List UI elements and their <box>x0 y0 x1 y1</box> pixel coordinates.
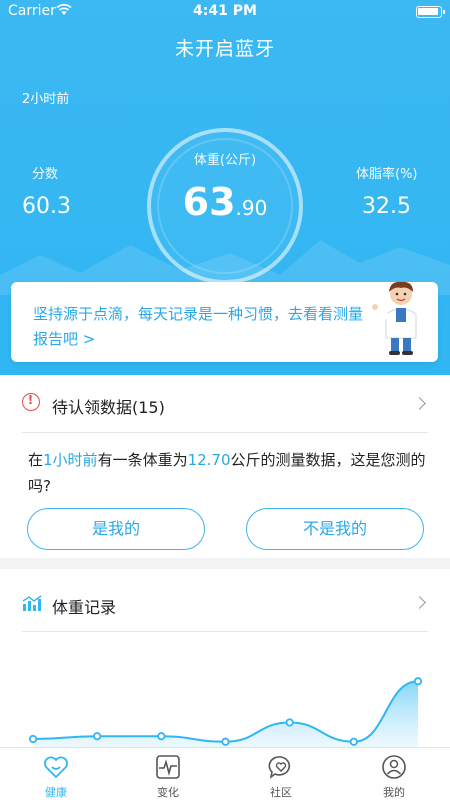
chart-point-5[interactable] <box>349 737 358 746</box>
chart-point-3[interactable] <box>221 737 230 746</box>
tab-mine-label: 我的 <box>383 786 405 799</box>
tab-health[interactable]: 健康 <box>0 748 112 800</box>
chart-point-1[interactable] <box>93 732 102 741</box>
chevron-right-icon[interactable] <box>413 397 426 410</box>
user-icon <box>382 755 406 779</box>
notice-text[interactable]: 坚持源于点滴，每天记录是一种习惯，去看看测量报告吧 > <box>33 302 373 352</box>
fat-rate-label: 体脂率(%) <box>356 167 418 182</box>
divider <box>22 432 428 433</box>
divider <box>22 631 428 632</box>
tab-change-label: 变化 <box>157 786 179 799</box>
confirm-mine-button[interactable]: 是我的 <box>27 508 205 550</box>
chart-point-6[interactable] <box>413 677 423 686</box>
pending-data-section: 待认领数据(15) 在1小时前有一条体重为12.70公斤的测量数据，这是您测的吗… <box>0 375 450 558</box>
not-mine-button[interactable]: 不是我的 <box>246 508 424 550</box>
pending-title[interactable]: 待认领数据(15) <box>52 394 165 418</box>
doctor-illustration <box>372 281 417 355</box>
heart-face-icon <box>44 756 68 778</box>
weight-records-section: 体重记录 <box>0 569 450 747</box>
fat-rate-value: 32.5 <box>362 194 411 219</box>
score-label: 分数 <box>32 167 59 182</box>
msg-prefix: 在 <box>28 451 44 469</box>
chevron-right-icon[interactable] <box>413 596 426 609</box>
pending-message: 在1小时前有一条体重为12.70公斤的测量数据，这是您测的吗? <box>28 447 428 499</box>
weight-integer: 63 <box>182 180 236 224</box>
tab-health-label: 健康 <box>45 786 67 799</box>
status-bar: Carrier 4:41 PM <box>0 0 450 22</box>
tab-community-label: 社区 <box>270 786 292 799</box>
msg-mid: 有一条体重为 <box>97 451 188 469</box>
warning-icon <box>22 393 40 411</box>
chart-icon <box>22 595 42 611</box>
chart-point-4[interactable] <box>285 718 294 727</box>
pulse-icon <box>156 755 180 779</box>
msg-time: 1小时前 <box>43 451 98 469</box>
tab-mine[interactable]: 我的 <box>338 748 450 800</box>
records-title[interactable]: 体重记录 <box>52 594 116 618</box>
score-value: 60.3 <box>22 194 71 219</box>
msg-weight: 12.70 <box>187 451 231 469</box>
measure-time: 2小时前 <box>22 92 70 107</box>
chart-point-0[interactable] <box>28 734 38 744</box>
chart-point-2[interactable] <box>157 732 166 741</box>
clock: 4:41 PM <box>193 3 257 19</box>
battery-icon <box>416 6 445 18</box>
page-title[interactable]: 未开启蓝牙 <box>0 34 450 61</box>
chart-line <box>32 680 419 743</box>
tab-community[interactable]: 社区 <box>225 748 337 800</box>
chat-heart-icon <box>268 756 291 779</box>
weight-chart[interactable] <box>0 641 450 747</box>
tab-change[interactable]: 变化 <box>112 748 224 800</box>
weight-decimal: .90 <box>235 196 268 220</box>
tab-bar: 健康 变化 社区 我的 <box>0 747 450 800</box>
